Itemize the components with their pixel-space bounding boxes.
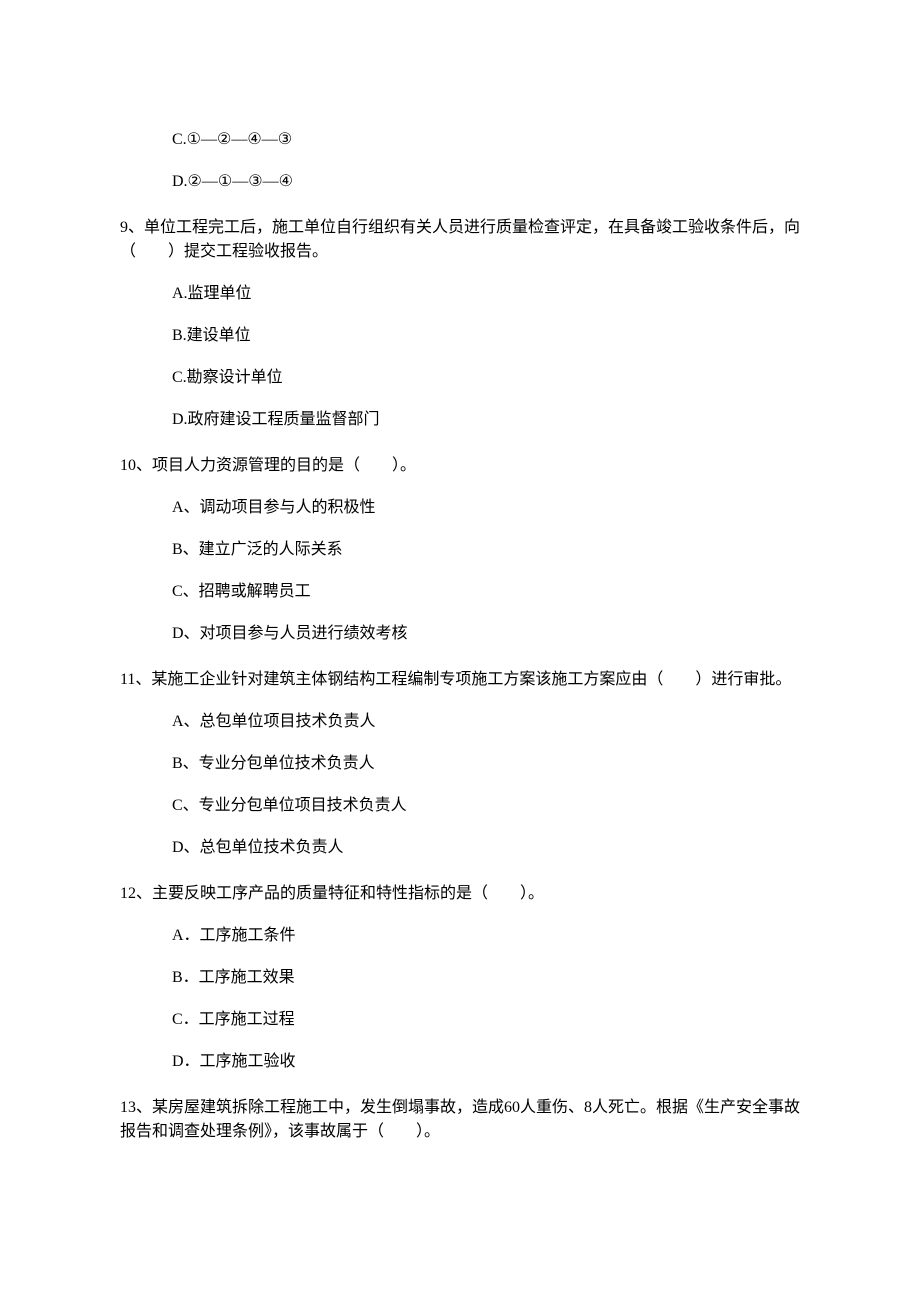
q13-stem: 13、某房屋建筑拆除工程施工中，发生倒塌事故，造成60人重伤、8人死亡。根据《生… bbox=[120, 1096, 800, 1144]
option-text: C．工序施工过程 bbox=[172, 1011, 295, 1028]
option-text: D.②—①—③—④ bbox=[172, 173, 293, 190]
option-text: C、专业分包单位项目技术负责人 bbox=[172, 797, 407, 814]
question-text: 13、某房屋建筑拆除工程施工中，发生倒塌事故，造成60人重伤、8人死亡。根据《生… bbox=[120, 1099, 800, 1140]
q9-option-d: D.政府建设工程质量监督部门 bbox=[172, 408, 800, 432]
option-text: B．工序施工效果 bbox=[172, 969, 295, 986]
question-text: 11、某施工企业针对建筑主体钢结构工程编制专项施工方案该施工方案应由（ ）进行审… bbox=[120, 671, 791, 688]
option-text: A、调动项目参与人的积极性 bbox=[172, 499, 376, 516]
q8-option-d: D.②—①—③—④ bbox=[172, 170, 800, 194]
option-text: A．工序施工条件 bbox=[172, 927, 296, 944]
q12-option-c: C．工序施工过程 bbox=[172, 1008, 800, 1032]
question-text: 10、项目人力资源管理的目的是（ ）。 bbox=[120, 457, 416, 474]
option-text: B.建设单位 bbox=[172, 327, 251, 344]
option-text: D．工序施工验收 bbox=[172, 1053, 296, 1070]
option-text: C.勘察设计单位 bbox=[172, 369, 283, 386]
option-text: B、专业分包单位技术负责人 bbox=[172, 755, 375, 772]
option-text: A.监理单位 bbox=[172, 285, 252, 302]
option-text: A、总包单位项目技术负责人 bbox=[172, 713, 376, 730]
q9-option-c: C.勘察设计单位 bbox=[172, 366, 800, 390]
option-text: C.①—②—④—③ bbox=[172, 131, 292, 148]
question-text: 9、单位工程完工后，施工单位自行组织有关人员进行质量检查评定，在具备竣工验收条件… bbox=[120, 219, 800, 260]
option-text: B、建立广泛的人际关系 bbox=[172, 541, 343, 558]
q11-option-a: A、总包单位项目技术负责人 bbox=[172, 710, 800, 734]
q11-stem: 11、某施工企业针对建筑主体钢结构工程编制专项施工方案该施工方案应由（ ）进行审… bbox=[120, 668, 800, 692]
q9-option-b: B.建设单位 bbox=[172, 324, 800, 348]
q12-option-d: D．工序施工验收 bbox=[172, 1050, 800, 1074]
option-text: D、对项目参与人员进行绩效考核 bbox=[172, 625, 408, 642]
q9-option-a: A.监理单位 bbox=[172, 282, 800, 306]
question-text: 12、主要反映工序产品的质量特征和特性指标的是（ ）。 bbox=[120, 885, 544, 902]
q8-option-c: C.①—②—④—③ bbox=[172, 128, 800, 152]
q10-option-b: B、建立广泛的人际关系 bbox=[172, 538, 800, 562]
q10-option-c: C、招聘或解聘员工 bbox=[172, 580, 800, 604]
document-page: C.①—②—④—③ D.②—①—③—④ 9、单位工程完工后，施工单位自行组织有关… bbox=[0, 0, 920, 1234]
q11-option-b: B、专业分包单位技术负责人 bbox=[172, 752, 800, 776]
q11-option-d: D、总包单位技术负责人 bbox=[172, 836, 800, 860]
q9-stem: 9、单位工程完工后，施工单位自行组织有关人员进行质量检查评定，在具备竣工验收条件… bbox=[120, 216, 800, 264]
q10-option-d: D、对项目参与人员进行绩效考核 bbox=[172, 622, 800, 646]
q10-option-a: A、调动项目参与人的积极性 bbox=[172, 496, 800, 520]
q12-option-a: A．工序施工条件 bbox=[172, 924, 800, 948]
option-text: C、招聘或解聘员工 bbox=[172, 583, 311, 600]
q11-option-c: C、专业分包单位项目技术负责人 bbox=[172, 794, 800, 818]
option-text: D、总包单位技术负责人 bbox=[172, 839, 344, 856]
q12-stem: 12、主要反映工序产品的质量特征和特性指标的是（ ）。 bbox=[120, 882, 800, 906]
q12-option-b: B．工序施工效果 bbox=[172, 966, 800, 990]
q10-stem: 10、项目人力资源管理的目的是（ ）。 bbox=[120, 454, 800, 478]
option-text: D.政府建设工程质量监督部门 bbox=[172, 411, 380, 428]
